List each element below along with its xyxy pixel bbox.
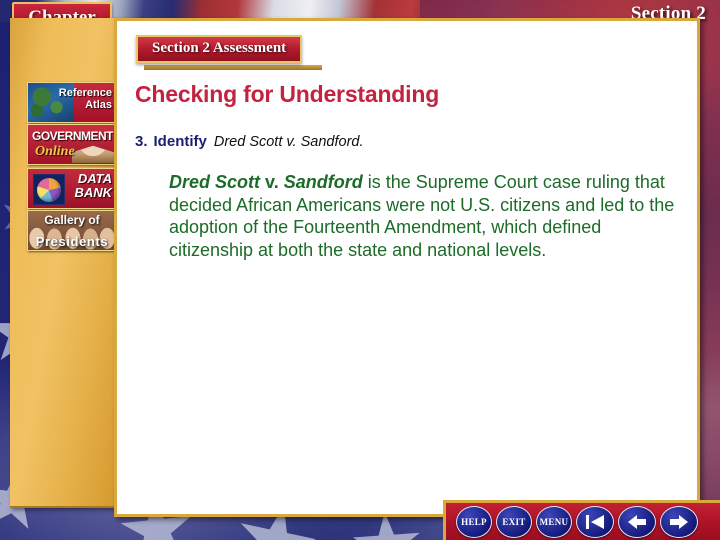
reference-atlas-line2: Atlas	[85, 98, 112, 111]
first-page-button[interactable]	[576, 505, 614, 538]
question-case-name: Dred Scott v. Sandford.	[213, 134, 364, 150]
question-number: 3.	[135, 133, 148, 150]
back-arrow-icon	[628, 514, 646, 529]
assessment-banner: Section 2 Assessment	[136, 35, 303, 63]
gallery-presidents-line2: Presidents	[35, 234, 109, 249]
page-title: Checking for Understanding	[135, 81, 440, 107]
sidebar-item-label: Reference Atlas	[58, 87, 112, 111]
menu-button[interactable]: MENU	[536, 505, 572, 538]
sidebar-item-label: DATA BANK	[74, 172, 112, 199]
slide-root: Chapter 14 Section 2 Reference Atlas GOV…	[0, 0, 720, 540]
exit-button[interactable]: EXIT	[496, 505, 532, 538]
menu-button-label: MENU	[539, 516, 569, 527]
first-page-arrow-icon	[586, 514, 604, 529]
sidebar-item-reference-atlas[interactable]: Reference Atlas	[27, 82, 117, 123]
help-button-label: HELP	[461, 516, 487, 527]
pie-chart-icon	[33, 174, 65, 205]
answer-text: Dred Scott v. Sandford is the Supreme Co…	[169, 171, 681, 262]
help-button[interactable]: HELP	[456, 505, 492, 538]
reference-atlas-line1: Reference	[58, 87, 112, 99]
forward-arrow-icon	[670, 514, 688, 529]
sidebar-item-gallery-of-presidents[interactable]: Gallery of Presidents	[27, 210, 117, 251]
sidebar-panel: Reference Atlas GOVERNMENT Online DATA B…	[10, 18, 117, 508]
data-bank-line1: DATA	[77, 171, 112, 186]
back-button[interactable]	[618, 505, 656, 538]
sidebar-item-data-bank[interactable]: DATA BANK	[27, 168, 117, 209]
assessment-banner-shadow	[144, 65, 322, 70]
government-online-line1: GOVERNMENT	[32, 129, 114, 143]
answer-case-title: Dred Scott	[169, 172, 261, 192]
content-panel: Section 2 Assessment Checking for Unders…	[114, 18, 700, 517]
answer-case-title2: Sandford	[283, 172, 363, 192]
question-line: 3. Identify Dred Scott v. Sandford.	[135, 133, 364, 150]
sidebar-item-government-online[interactable]: GOVERNMENT Online	[27, 124, 117, 165]
government-online-line2: Online	[35, 144, 75, 159]
navigation-bar: HELP EXIT MENU	[443, 500, 720, 540]
question-verb: Identify	[153, 133, 207, 150]
exit-button-label: EXIT	[502, 516, 526, 527]
gallery-presidents-line1: Gallery of	[44, 213, 100, 227]
forward-button[interactable]	[660, 505, 698, 538]
data-bank-line2: BANK	[74, 184, 112, 200]
answer-case-vee: v.	[265, 172, 279, 192]
